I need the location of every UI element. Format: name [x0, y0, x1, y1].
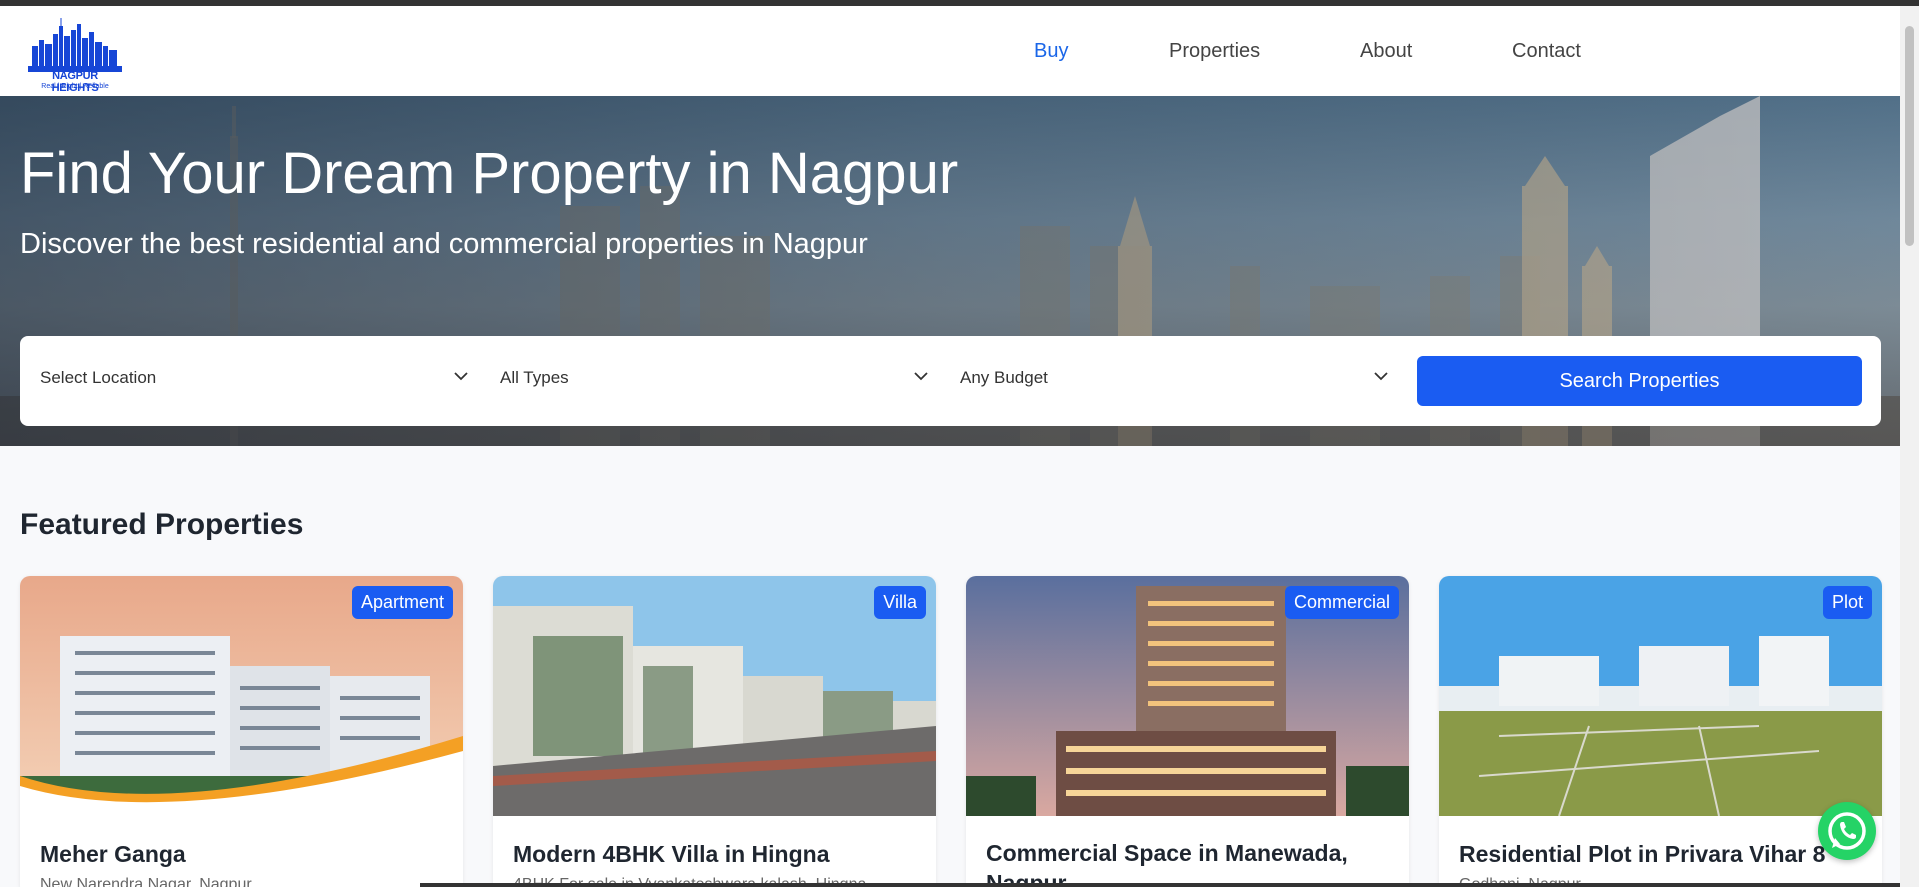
location-select-value: Select Location [40, 368, 157, 387]
property-type-badge: Commercial [1284, 586, 1399, 619]
page-scrollbar[interactable] [1900, 6, 1919, 887]
property-card[interactable]: Villa Modern 4BHK Villa in Hingna 4BHK F… [493, 576, 936, 887]
hero-banner: Find Your Dream Property in Nagpur Disco… [0, 96, 1900, 446]
chevron-down-icon [454, 372, 468, 381]
featured-section-title: Featured Properties [20, 508, 304, 541]
location-select[interactable]: Select Location [20, 358, 480, 398]
budget-select[interactable]: Any Budget [940, 358, 1400, 398]
nav-contact[interactable]: Contact [1512, 40, 1581, 63]
property-location: New Narendra Nagar, Nagpur [40, 876, 252, 887]
nav-properties[interactable]: Properties [1169, 40, 1260, 63]
hero-subtitle: Discover the best residential and commer… [20, 228, 868, 260]
site-logo[interactable]: NAGPUR HEIGHTS Real | Right | Reliable [28, 16, 122, 94]
browser-bottom-edge [420, 883, 1900, 887]
property-title[interactable]: Meher Ganga [40, 841, 186, 868]
logo-name: NAGPUR HEIGHTS [51, 70, 99, 94]
property-card[interactable]: Commercial Commercial Space in Manewada,… [966, 576, 1409, 887]
whatsapp-icon [1828, 812, 1866, 850]
hero-title: Find Your Dream Property in Nagpur [20, 141, 959, 206]
type-select-value: All Types [500, 368, 569, 387]
city-skyline-icon [28, 18, 122, 72]
property-search-bar: Select Location All Types Any Budget Sea… [20, 336, 1881, 426]
property-type-badge: Villa [874, 586, 926, 619]
property-image: Commercial [966, 576, 1409, 816]
property-title[interactable]: Modern 4BHK Villa in Hingna [513, 841, 830, 868]
site-header: NAGPUR HEIGHTS Real | Right | Reliable B… [0, 6, 1900, 96]
nav-about[interactable]: About [1360, 40, 1412, 63]
type-select[interactable]: All Types [480, 358, 940, 398]
chevron-down-icon [914, 372, 928, 381]
budget-select-value: Any Budget [960, 368, 1048, 387]
property-type-badge: Plot [1822, 586, 1872, 619]
property-card[interactable]: Apartment Meher Ganga New Narendra Nagar… [20, 576, 463, 887]
property-card[interactable]: Plot Residential Plot in Privara Vihar 8… [1439, 576, 1882, 887]
property-image: Apartment [20, 576, 463, 816]
property-image: Villa [493, 576, 936, 816]
whatsapp-chat-button[interactable] [1818, 802, 1876, 860]
chevron-down-icon [1374, 372, 1388, 381]
property-title[interactable]: Commercial Space in Manewada, Nagpur [986, 838, 1386, 887]
search-properties-button[interactable]: Search Properties [1417, 356, 1862, 406]
property-type-badge: Apartment [351, 586, 453, 619]
property-title[interactable]: Residential Plot in Privara Vihar 8 [1459, 841, 1825, 868]
logo-tagline: Real | Right | Reliable [41, 83, 109, 90]
nav-buy[interactable]: Buy [1034, 40, 1068, 63]
scrollbar-thumb[interactable] [1905, 26, 1914, 246]
property-image: Plot [1439, 576, 1882, 816]
